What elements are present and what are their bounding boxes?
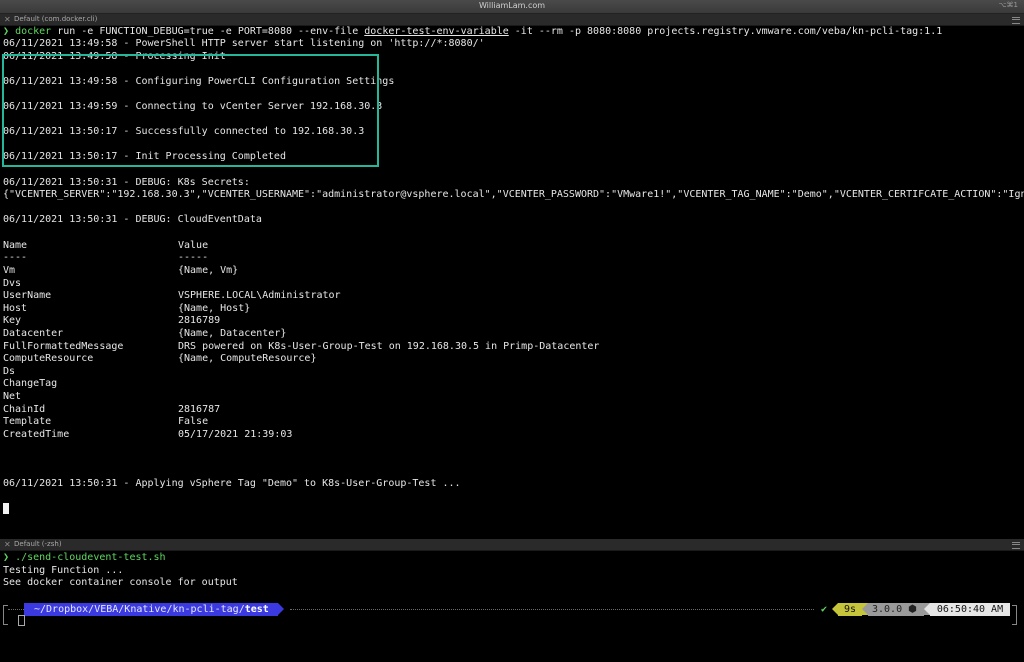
version-text: 3.0.0	[872, 604, 903, 615]
table-row-value: 05/17/2021 21:39:03	[178, 429, 293, 440]
close-pane-icon[interactable]: ✕	[4, 539, 11, 550]
path-segment: ~/Dropbox/VEBA/Knative/kn-pcli-tag/test	[24, 603, 278, 616]
table-row-value: 2816787	[178, 404, 221, 415]
text-cursor	[3, 503, 9, 514]
time-segment: 06:50:40 AM	[930, 603, 1010, 616]
table-row-value: {Name, Vm}	[178, 265, 239, 276]
version-segment: 3.0.0 ⬢	[868, 603, 924, 616]
highlight-box	[2, 54, 379, 167]
table-row-name: UserName	[3, 290, 52, 301]
table-row-name: Dvs	[3, 278, 22, 289]
path-prefix: ~/Dropbox/VEBA/Knative/kn-pcli-tag/	[34, 604, 245, 615]
table-row-name: ChainId	[3, 404, 46, 415]
powerline-prompt: ~/Dropbox/VEBA/Knative/kn-pcli-tag/test …	[0, 603, 1024, 625]
status-check-icon: ✔	[821, 604, 828, 615]
log-line: 06/11/2021 13:50:31 - Applying vSphere T…	[3, 478, 461, 489]
pane-menu-icon[interactable]	[1012, 17, 1020, 24]
table-row-name: Key	[3, 315, 22, 326]
window-shortcut: ⌥⌘1	[998, 1, 1018, 9]
close-pane-icon[interactable]: ✕	[4, 14, 11, 25]
output-line: Testing Function ...	[3, 565, 124, 576]
duration-segment: 9s	[838, 603, 862, 616]
table-row-name: ComputeResource	[3, 353, 94, 364]
table-row-value: DRS powered on K8s-User-Group-Test on 19…	[178, 341, 600, 352]
prompt-symbol: ❯	[3, 26, 10, 37]
node-icon: ⬢	[908, 604, 917, 615]
output-line: See docker container console for output	[3, 577, 238, 588]
table-row-name: Host	[3, 303, 28, 314]
table-row-value: {Name, ComputeResource}	[178, 353, 317, 364]
table-divider: ----	[3, 252, 28, 263]
table-row-name: Vm	[3, 265, 16, 276]
path-current: test	[244, 604, 269, 615]
docker-command-line: ❯ docker run -e FUNCTION_DEBUG=true -e P…	[3, 26, 942, 38]
table-header-name: Name	[3, 240, 28, 251]
shell-command: ./send-cloudevent-test.sh	[15, 552, 166, 563]
prompt-fill-dots	[290, 609, 814, 610]
command-args-rest: -it --rm -p 8080:8080 projects.registry.…	[508, 26, 943, 37]
log-line: 06/11/2021 13:50:31 - DEBUG: K8s Secrets…	[3, 177, 250, 188]
table-row-value: {Name, Datacenter}	[178, 328, 287, 339]
command-args: run -e FUNCTION_DEBUG=true -e PORT=8080 …	[51, 26, 365, 37]
text-cursor	[18, 615, 25, 626]
table-row-name: ChangeTag	[3, 378, 58, 389]
segment-arrow-icon	[278, 603, 284, 615]
table-divider: -----	[178, 252, 209, 263]
table-row-name: Template	[3, 416, 52, 427]
env-file-arg: docker-test-env-variable	[364, 26, 509, 37]
pane-menu-icon[interactable]	[1012, 542, 1020, 549]
window-titlebar: WilliamLam.com ⌥⌘1	[0, 0, 1024, 14]
table-row-name: Ds	[3, 366, 16, 377]
secrets-json-line: {"VCENTER_SERVER":"192.168.30.3","VCENTE…	[3, 189, 1024, 200]
bottom-terminal-pane[interactable]: ❯ ./send-cloudevent-test.sh Testing Func…	[0, 552, 1024, 662]
window-title: WilliamLam.com	[478, 1, 546, 10]
table-header-value: Value	[178, 240, 209, 251]
top-pane-label: Default (com.docker.cli)	[14, 15, 98, 23]
prompt-symbol: ❯	[3, 552, 10, 563]
table-row-name: FullFormattedMessage	[3, 341, 124, 352]
table-row-value: False	[178, 416, 209, 427]
table-row-value: VSPHERE.LOCAL\Administrator	[178, 290, 341, 301]
prompt-bracket-icon	[1012, 605, 1017, 625]
log-line: 06/11/2021 13:50:31 - DEBUG: CloudEventD…	[3, 214, 262, 225]
top-pane-header: ✕ Default (com.docker.cli)	[0, 14, 1024, 26]
prompt-fill-dots	[8, 609, 24, 610]
table-row-name: CreatedTime	[3, 429, 70, 440]
table-row-value: {Name, Host}	[178, 303, 251, 314]
bottom-pane-header: ✕ Default (-zsh)	[0, 539, 1024, 551]
prompt-bracket-icon	[3, 605, 8, 625]
command-name: docker	[15, 26, 52, 37]
bottom-pane-label: Default (-zsh)	[14, 540, 62, 548]
table-row-name: Datacenter	[3, 328, 64, 339]
table-row-name: Net	[3, 391, 22, 402]
log-line: 06/11/2021 13:49:58 - PowerShell HTTP se…	[3, 38, 485, 49]
table-row-value: 2816789	[178, 315, 221, 326]
shell-command-line: ❯ ./send-cloudevent-test.sh	[3, 552, 166, 564]
